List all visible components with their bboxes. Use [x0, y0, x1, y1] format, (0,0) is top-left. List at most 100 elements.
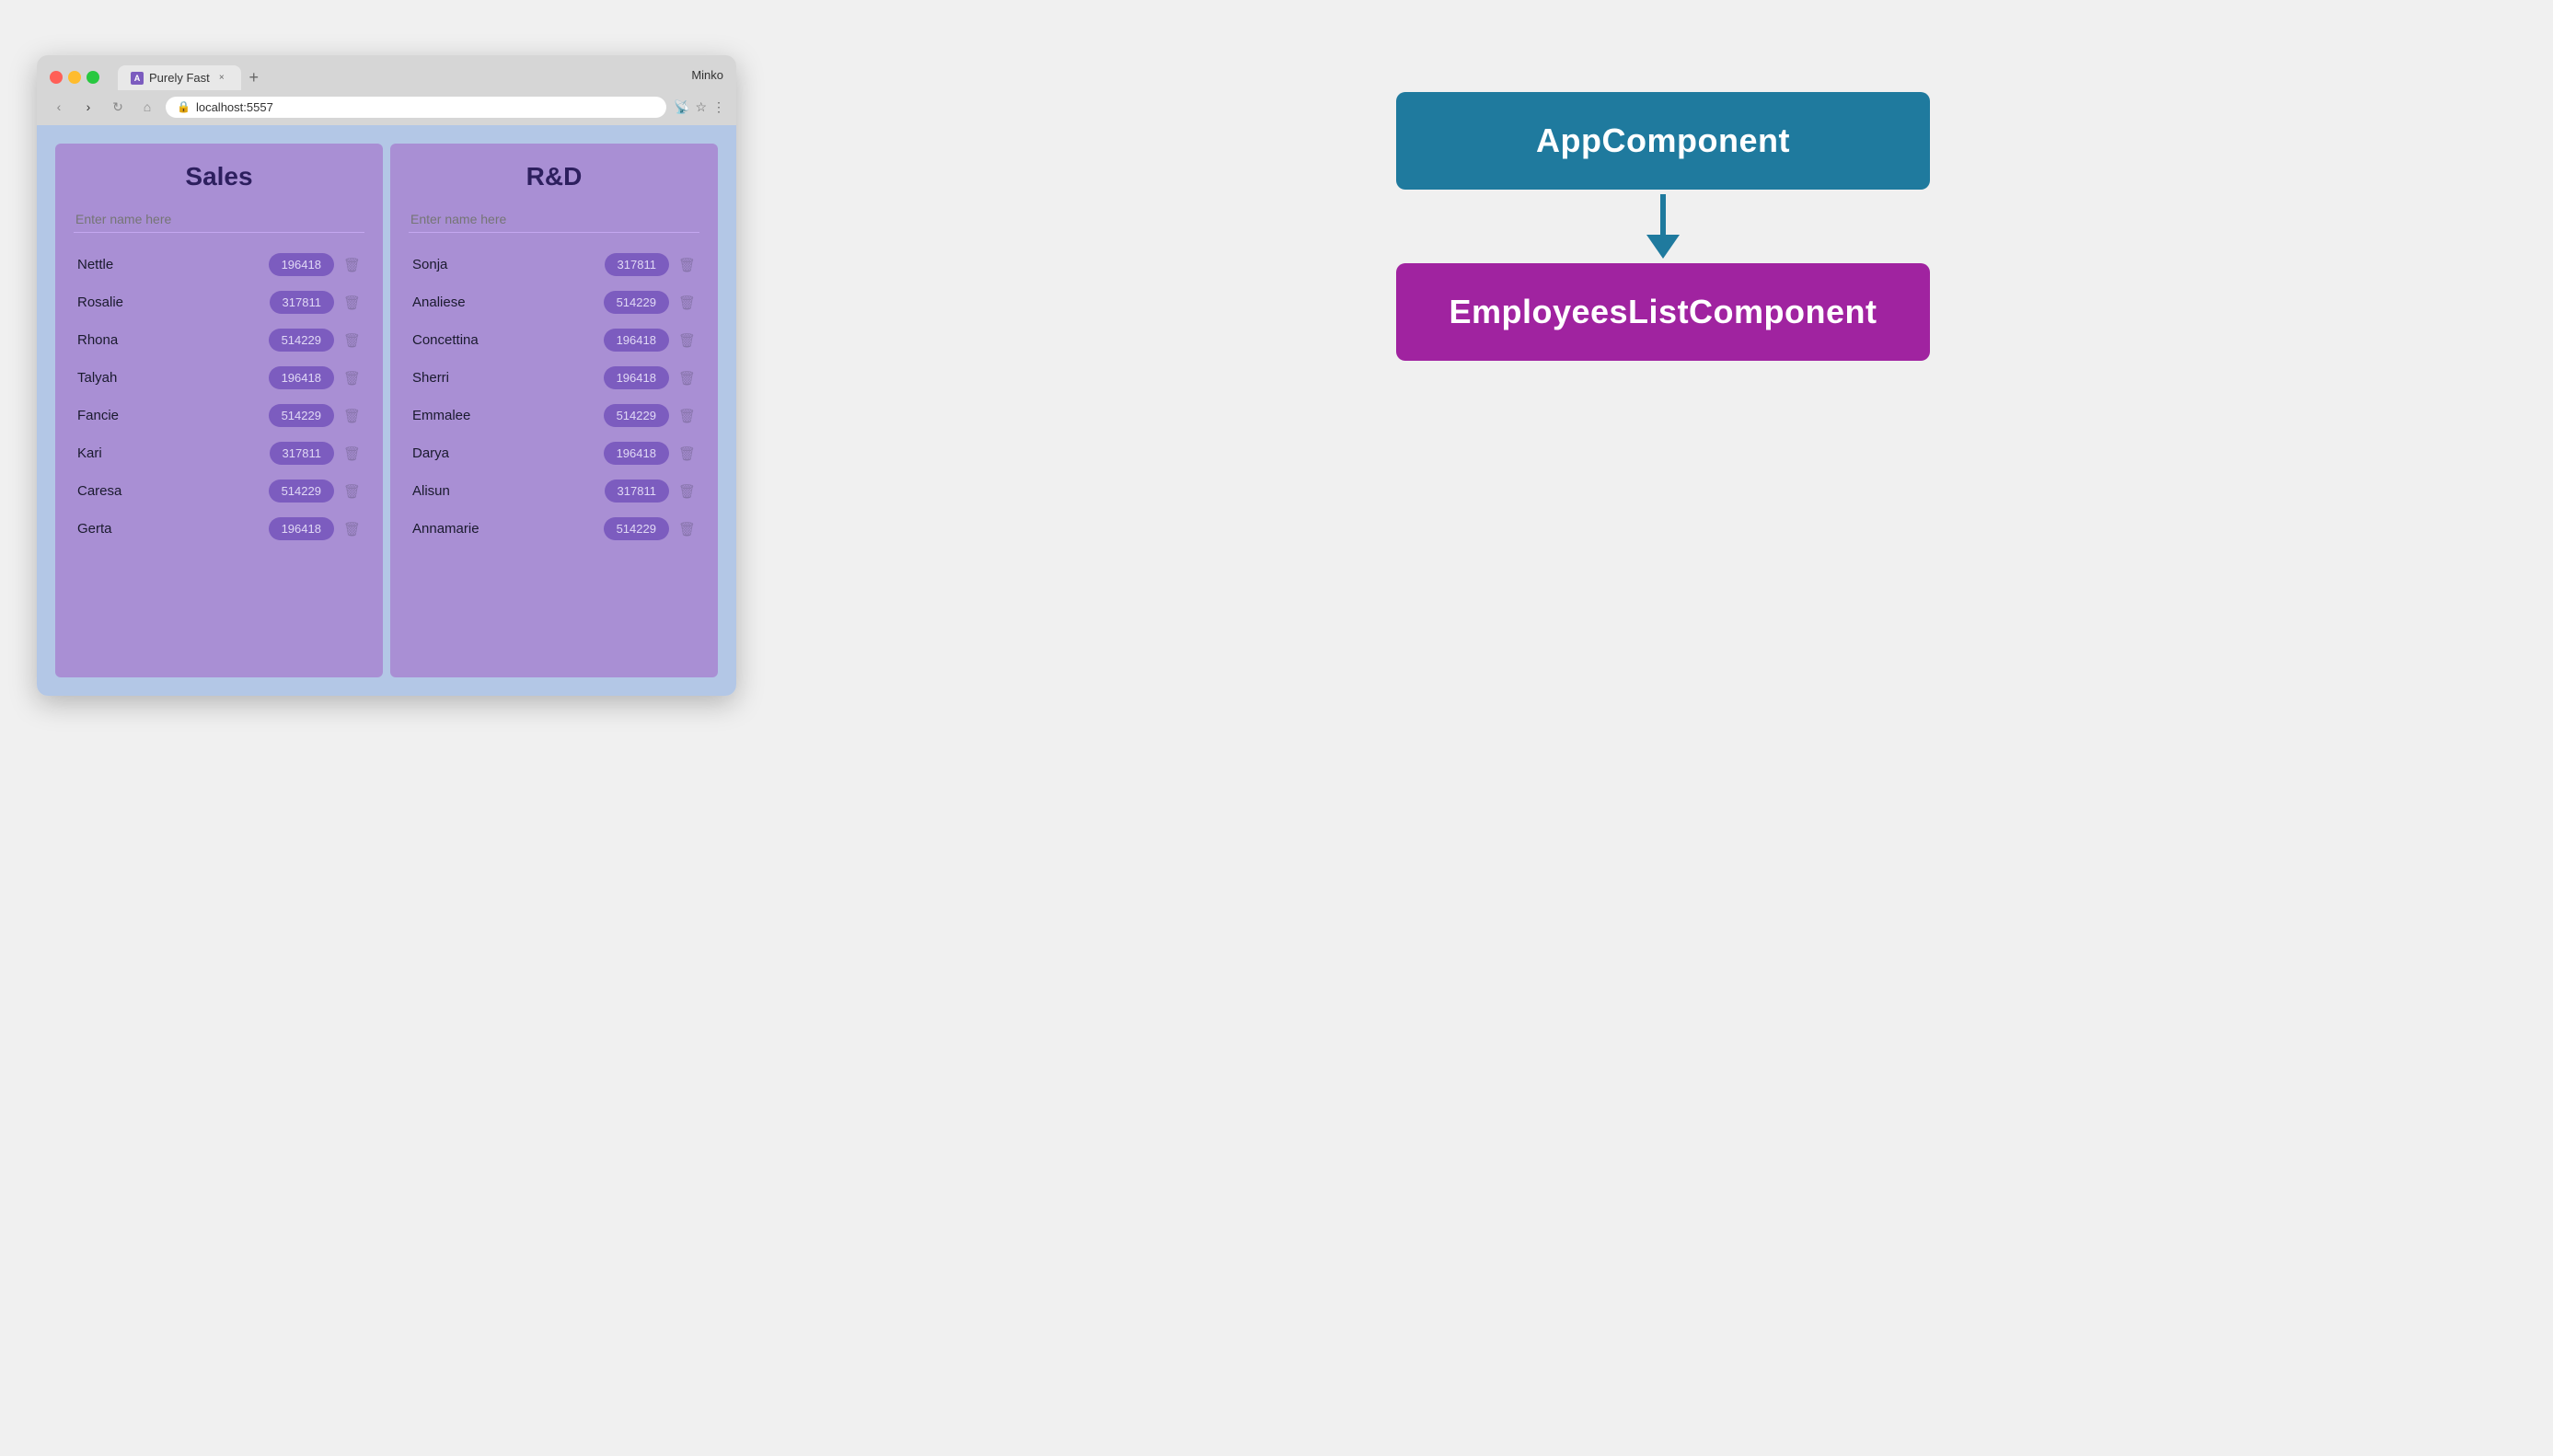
delete-button[interactable]: 🗑 [678, 521, 696, 537]
tab-bar: A Purely Fast × + [118, 64, 682, 90]
delete-button[interactable]: 🗑 [343, 257, 361, 273]
traffic-light-red[interactable] [50, 71, 63, 84]
salary-badge: 317811 [270, 442, 334, 465]
employee-row: Alisun317811 🗑 [409, 474, 699, 508]
browser-window: A Purely Fast × + Minko ‹ › ↻ ⌂ 🔒 localh… [37, 55, 736, 696]
department-panel-sales: SalesNettle196418🗑Rosalie317811🗑Rhona514… [55, 144, 383, 677]
employee-list-rd: Sonja317811🗑Analiese514229🗑Concettina196… [409, 248, 699, 546]
delete-button[interactable]: 🗑 [678, 445, 696, 462]
employee-row: Annamarie514229 🗑 [409, 512, 699, 546]
browser-titlebar: A Purely Fast × + Minko [37, 55, 736, 90]
employees-component-label: EmployeesListComponent [1449, 293, 1877, 331]
salary-badge: 196418 [604, 329, 669, 352]
app-content: SalesNettle196418🗑Rosalie317811🗑Rhona514… [37, 125, 736, 696]
employee-name: Sherri [412, 370, 604, 386]
delete-button[interactable]: 🗑 [678, 332, 696, 349]
cast-icon[interactable]: 📡 [674, 99, 689, 115]
address-url: localhost:5557 [196, 100, 273, 114]
salary-badge: 196418 [604, 366, 669, 389]
arrow-down [1646, 194, 1680, 259]
employee-row: Rhona514229 🗑 [74, 323, 364, 357]
traffic-light-green[interactable] [87, 71, 99, 84]
employee-row: Darya196418🗑 [409, 436, 699, 470]
salary-badge: 196418 [269, 253, 334, 276]
employee-name: Nettle [77, 257, 269, 272]
nav-home-button[interactable]: ⌂ [136, 96, 158, 118]
salary-badge: 317811 [605, 480, 669, 503]
nav-forward-button[interactable]: › [77, 96, 99, 118]
address-lock-icon: 🔒 [177, 100, 191, 113]
employee-name: Concettina [412, 332, 604, 348]
delete-button[interactable]: 🗑 [343, 445, 361, 462]
employees-component-box: EmployeesListComponent [1396, 263, 1930, 361]
employee-row: Sherri196418 🗑 [409, 361, 699, 395]
menu-icon[interactable]: ⋮ [712, 99, 725, 115]
employee-row: Caresa514229 🗑 [74, 474, 364, 508]
salary-badge: 514229 [269, 404, 334, 427]
browser-tab[interactable]: A Purely Fast × [118, 65, 241, 90]
salary-badge: 514229 [604, 517, 669, 540]
employee-row: Gerta196418🗑 [74, 512, 364, 546]
employee-list-sales: Nettle196418🗑Rosalie317811🗑Rhona514229🗑T… [74, 248, 364, 546]
salary-badge: 514229 [604, 291, 669, 314]
browser-toolbar: ‹ › ↻ ⌂ 🔒 localhost:5557 📡 ☆ ⋮ [37, 90, 736, 125]
tab-favicon: A [131, 72, 144, 85]
nav-back-button[interactable]: ‹ [48, 96, 70, 118]
employee-row: Kari317811 🗑 [74, 436, 364, 470]
employee-name: Rosalie [77, 295, 270, 310]
tab-label: Purely Fast [149, 71, 210, 85]
salary-badge: 317811 [270, 291, 334, 314]
delete-button[interactable]: 🗑 [678, 257, 696, 273]
employee-name: Analiese [412, 295, 604, 310]
employee-row: Rosalie317811 🗑 [74, 285, 364, 319]
employee-row: Concettina196418 🗑 [409, 323, 699, 357]
employee-name: Darya [412, 445, 604, 461]
delete-button[interactable]: 🗑 [343, 483, 361, 500]
diagram-area: AppComponent EmployeesListComponent [810, 55, 2516, 398]
name-input-sales[interactable] [74, 206, 364, 233]
app-component-label: AppComponent [1536, 121, 1790, 160]
new-tab-button[interactable]: + [241, 64, 267, 90]
salary-badge: 514229 [604, 404, 669, 427]
salary-badge: 514229 [269, 480, 334, 503]
salary-badge: 317811 [605, 253, 669, 276]
delete-button[interactable]: 🗑 [678, 483, 696, 500]
employee-name: Caresa [77, 483, 269, 499]
department-title-sales: Sales [74, 162, 364, 191]
delete-button[interactable]: 🗑 [343, 370, 361, 387]
employee-name: Rhona [77, 332, 269, 348]
department-title-rd: R&D [409, 162, 699, 191]
delete-button[interactable]: 🗑 [343, 521, 361, 537]
employee-name: Alisun [412, 483, 605, 499]
delete-button[interactable]: 🗑 [678, 408, 696, 424]
employee-name: Fancie [77, 408, 269, 423]
traffic-light-yellow[interactable] [68, 71, 81, 84]
employee-row: Sonja317811 🗑 [409, 248, 699, 282]
nav-refresh-button[interactable]: ↻ [107, 96, 129, 118]
address-bar[interactable]: 🔒 localhost:5557 [166, 97, 666, 118]
employee-row: Fancie514229 🗑 [74, 399, 364, 433]
bookmark-icon[interactable]: ☆ [695, 99, 707, 115]
traffic-lights [50, 71, 99, 84]
salary-badge: 196418 [269, 366, 334, 389]
toolbar-icons: 📡 ☆ ⋮ [674, 99, 725, 115]
arrow-head [1646, 235, 1680, 259]
department-panel-rd: R&DSonja317811🗑Analiese514229🗑Concettina… [390, 144, 718, 677]
employee-name: Talyah [77, 370, 269, 386]
delete-button[interactable]: 🗑 [343, 295, 361, 311]
arrow-line [1660, 194, 1666, 235]
user-label: Minko [691, 68, 723, 87]
employee-name: Annamarie [412, 521, 604, 537]
delete-button[interactable]: 🗑 [678, 370, 696, 387]
delete-button[interactable]: 🗑 [678, 295, 696, 311]
employee-name: Kari [77, 445, 270, 461]
name-input-rd[interactable] [409, 206, 699, 233]
delete-button[interactable]: 🗑 [343, 332, 361, 349]
delete-button[interactable]: 🗑 [343, 408, 361, 424]
employee-name: Sonja [412, 257, 605, 272]
salary-badge: 196418 [269, 517, 334, 540]
employee-row: Talyah196418 🗑 [74, 361, 364, 395]
salary-badge: 514229 [269, 329, 334, 352]
tab-close-button[interactable]: × [215, 72, 228, 85]
arrow-container [1646, 190, 1680, 263]
